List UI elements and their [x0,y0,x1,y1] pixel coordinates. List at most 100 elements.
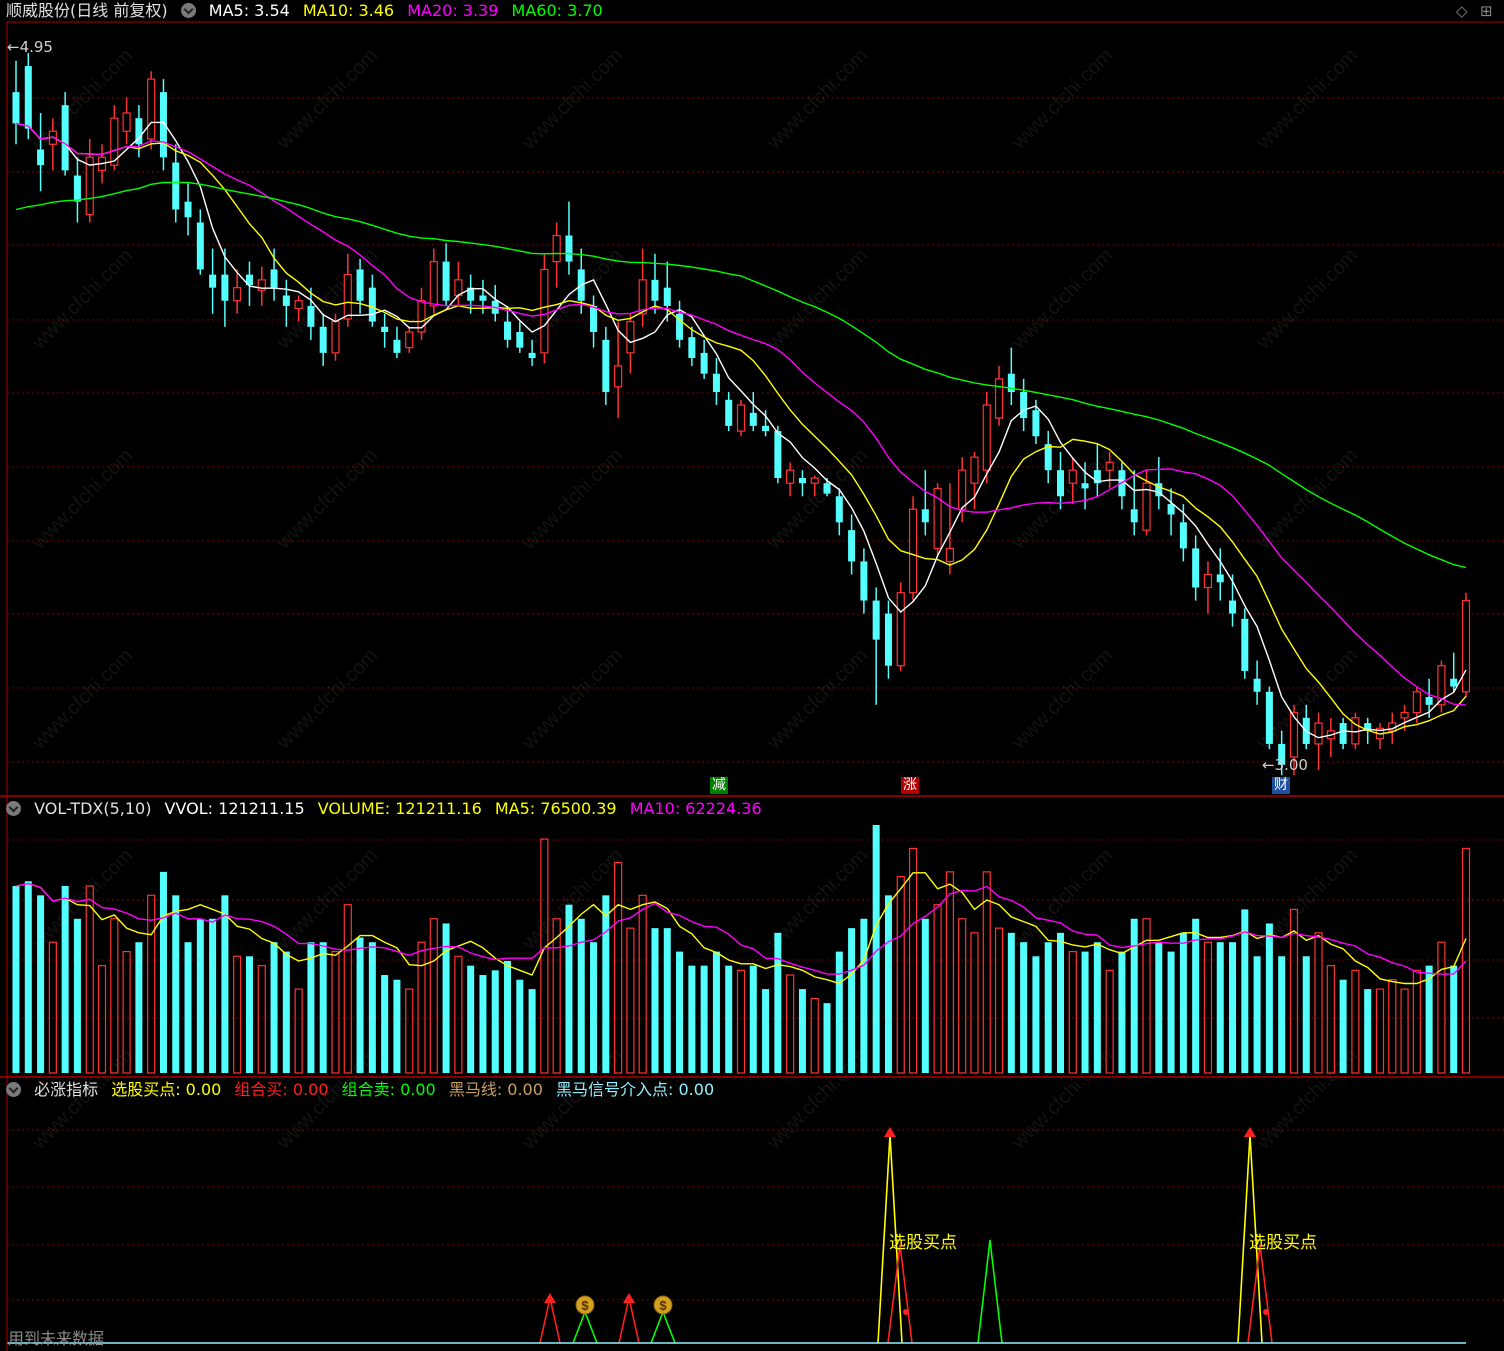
volume-bar [209,918,217,1073]
volume-bars[interactable] [12,825,1471,1074]
volume-bar [1155,942,1163,1073]
volume-bar [540,838,549,1074]
volume-bar [405,988,414,1074]
volume-bar [884,895,892,1073]
volume-bar [1425,965,1433,1073]
watermark-text: www.cfchi.com [1497,644,1504,754]
indicator-name: 必涨指标 [34,1080,99,1099]
volume-bar [1093,942,1101,1073]
ma60-label: MA60: 3.70 [511,1,603,20]
volume-bar [860,918,868,1073]
volume-bar [479,975,487,1073]
layout-icon[interactable]: ⊞ [1480,2,1493,20]
candle-body [540,268,549,354]
watermark-text: www.cfchi.com [1497,244,1504,354]
candlestick-series[interactable] [12,53,1471,776]
candle-body [343,274,352,320]
volume-bar [1167,951,1175,1073]
volume-bar [1032,956,1040,1073]
candle-body [85,156,94,216]
candle-body [712,373,720,392]
volume-bar [688,965,696,1073]
candle-body [725,399,733,426]
vol-indicator-name: VOL-TDX(5,10) [34,799,152,818]
candle-body [393,339,401,353]
volume-bar [602,895,610,1073]
volume-bar [1253,956,1261,1073]
volume-label: VOLUME: 121211.16 [317,799,482,818]
tag-rise[interactable]: 涨 [901,777,919,794]
candle-body [429,261,438,307]
tag-finance[interactable]: 财 [1272,777,1290,794]
candle-body [798,478,806,484]
candle-body [1314,722,1323,745]
candle-body [1130,509,1138,523]
volume-bar [1118,951,1126,1073]
candle-body [614,365,623,388]
volume-bar [823,1003,831,1073]
volume-bar [994,927,1004,1074]
volume-bar [319,942,327,1073]
ma60-line [15,181,1467,569]
volume-bar [945,871,954,1074]
watermark-text: www.cfchi.com [1497,1044,1504,1154]
tag-reduce[interactable]: 减 [710,777,728,794]
candle-body [810,477,819,484]
volume-bar [1068,950,1077,1074]
volume-panel-header: VOL-TDX(5,10) VVOL: 121211.15 VOLUME: 12… [6,798,770,820]
money-bag-icon-glyph: $ [659,1298,667,1313]
volume-bar [725,965,733,1073]
volume-bar [1020,942,1028,1073]
volume-bar [676,951,684,1073]
watermark-text: www.cfchi.com [517,644,627,754]
volume-bar [48,941,57,1074]
up-arrow-icon [544,1293,556,1303]
volume-bar [896,875,905,1074]
dropdown-icon[interactable] [180,3,196,18]
volume-bar [172,895,180,1073]
dark-horse-signal-label: 黑马信号介入点: 0.00 [556,1080,715,1099]
volume-bar [798,989,806,1073]
volume-bar [749,965,757,1073]
candle-body [700,352,708,374]
candle-body [221,274,229,301]
candle-body [294,300,303,310]
money-bag-icon-glyph: $ [581,1298,589,1313]
candle-body [405,331,414,349]
watermark-text: www.cfchi.com [1252,44,1362,154]
candle-body [1339,723,1347,744]
volume-bar [343,904,352,1074]
dropdown-icon[interactable] [6,801,21,816]
candle-body [1032,410,1040,437]
volume-bar [1339,979,1347,1073]
volume-bar [1388,979,1397,1074]
candle-body [1020,391,1028,419]
diamond-icon[interactable]: ◇ [1456,2,1468,20]
candle-body [663,287,671,306]
volume-bar [97,965,107,1074]
volume-bar [257,965,266,1074]
candle-body [1081,483,1089,489]
candle-body [442,261,450,301]
future-data-note: 用到未来数据 [8,1329,105,1348]
candle-body [626,320,635,354]
chart-canvas[interactable]: www.cfchi.com www.cfchi.com www.cfchi.com w… [0,0,1504,1351]
combo-sell-signal [572,1309,598,1344]
volume-bar [454,955,463,1074]
combo-buy-signal [1247,1244,1273,1344]
volume-bar [528,989,536,1073]
volume-bar [1437,941,1446,1074]
volume-bar [294,988,303,1074]
volume-bar [1007,932,1015,1073]
vol-ma5-label: MA5: 76500.39 [494,799,617,818]
watermark-text: www.cfchi.com [1497,44,1504,154]
volume-bar [491,970,499,1073]
volume-bar [1412,969,1421,1074]
candle-body [147,78,156,140]
volume-bar [184,942,192,1073]
volume-bar [565,904,573,1073]
dropdown-icon[interactable] [6,1082,21,1097]
volume-bar [1203,941,1213,1074]
up-arrow-icon [1244,1127,1256,1137]
watermark-text: www.cfchi.com [1007,444,1117,554]
